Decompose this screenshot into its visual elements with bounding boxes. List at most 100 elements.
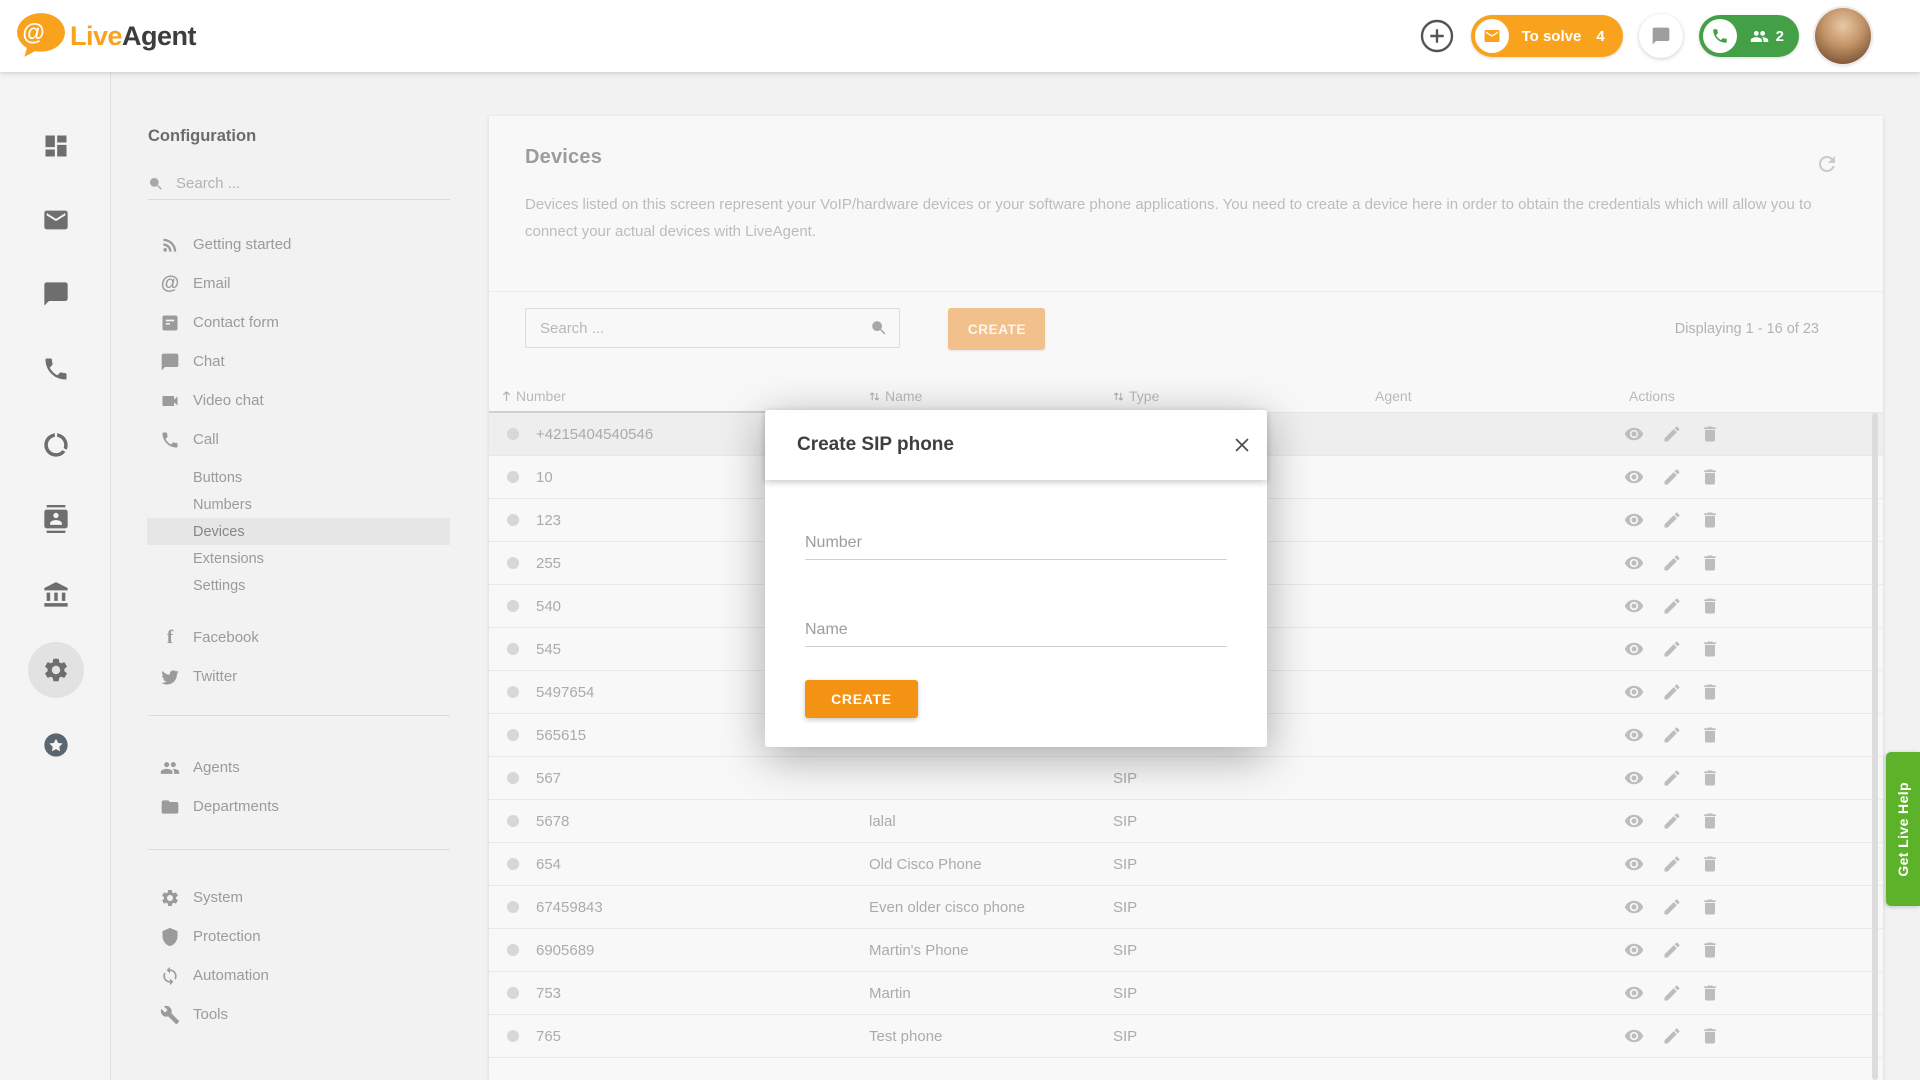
- rail-data-usage-icon[interactable]: [42, 431, 70, 459]
- eye-icon[interactable]: [1624, 682, 1644, 702]
- trash-icon[interactable]: [1700, 596, 1720, 616]
- calls-button[interactable]: 2: [1699, 15, 1799, 57]
- pencil-icon[interactable]: [1662, 467, 1682, 487]
- eye-icon[interactable]: [1624, 983, 1644, 1003]
- pencil-icon[interactable]: [1662, 424, 1682, 444]
- sidebar-item-label: Video chat: [193, 392, 264, 409]
- sidebar-item-twitter[interactable]: Twitter: [112, 657, 450, 696]
- vertical-scrollbar[interactable]: [1872, 413, 1878, 1080]
- rail-contacts-icon[interactable]: [42, 505, 70, 533]
- sidebar-item-buttons[interactable]: Buttons: [147, 464, 450, 491]
- pencil-icon[interactable]: [1662, 854, 1682, 874]
- rail-chat-icon[interactable]: [42, 280, 70, 308]
- sidebar-item-facebook[interactable]: fFacebook: [112, 618, 450, 657]
- pencil-icon[interactable]: [1662, 725, 1682, 745]
- sidebar-item-settings[interactable]: Settings: [147, 572, 450, 599]
- trash-icon[interactable]: [1700, 897, 1720, 917]
- rail-star-circle-icon[interactable]: [42, 731, 70, 759]
- search-icon[interactable]: [859, 308, 899, 348]
- trash-icon[interactable]: [1700, 1026, 1720, 1046]
- pencil-icon[interactable]: [1662, 510, 1682, 530]
- refresh-icon[interactable]: [1815, 152, 1839, 176]
- pencil-icon[interactable]: [1662, 1026, 1682, 1046]
- trash-icon[interactable]: [1700, 467, 1720, 487]
- trash-icon[interactable]: [1700, 768, 1720, 788]
- eye-icon[interactable]: [1624, 725, 1644, 745]
- eye-icon[interactable]: [1624, 467, 1644, 487]
- pencil-icon[interactable]: [1662, 983, 1682, 1003]
- sidebar-item-system[interactable]: System: [112, 878, 450, 917]
- devices-search-input[interactable]: [526, 320, 859, 337]
- pencil-icon[interactable]: [1662, 940, 1682, 960]
- sidebar-item-call[interactable]: Call: [112, 420, 450, 459]
- close-icon[interactable]: [1231, 434, 1253, 456]
- trash-icon[interactable]: [1700, 639, 1720, 659]
- trash-icon[interactable]: [1700, 940, 1720, 960]
- pencil-icon[interactable]: [1662, 897, 1682, 917]
- eye-icon[interactable]: [1624, 424, 1644, 444]
- trash-icon[interactable]: [1700, 553, 1720, 573]
- sidebar-item-getting-started[interactable]: Getting started: [112, 225, 450, 264]
- rail-dashboard-icon[interactable]: [42, 132, 70, 160]
- pencil-icon[interactable]: [1662, 682, 1682, 702]
- trash-icon[interactable]: [1700, 725, 1720, 745]
- sidebar-item-video-chat[interactable]: Video chat: [112, 381, 450, 420]
- sidebar-item-label: Automation: [193, 967, 269, 984]
- column-header-number[interactable]: Number: [489, 388, 869, 404]
- rail-mail-icon[interactable]: [42, 206, 70, 234]
- eye-icon[interactable]: [1624, 1026, 1644, 1046]
- sidebar-item-protection[interactable]: Protection: [112, 917, 450, 956]
- sidebar-item-email[interactable]: @Email: [112, 264, 450, 303]
- device-type: SIP: [1113, 770, 1375, 787]
- create-device-button[interactable]: CREATE: [948, 308, 1045, 350]
- pencil-icon[interactable]: [1662, 768, 1682, 788]
- sidebar-item-label: Buttons: [193, 470, 242, 486]
- modal-create-button[interactable]: CREATE: [805, 680, 918, 718]
- pencil-icon[interactable]: [1662, 639, 1682, 659]
- eye-icon[interactable]: [1624, 639, 1644, 659]
- sidebar-item-label: Agents: [193, 759, 240, 776]
- column-header-name[interactable]: Name: [869, 388, 1113, 404]
- sidebar-item-automation[interactable]: Automation: [112, 956, 450, 995]
- eye-icon[interactable]: [1624, 768, 1644, 788]
- sidebar-item-contact-form[interactable]: Contact form: [112, 303, 450, 342]
- pencil-icon[interactable]: [1662, 811, 1682, 831]
- trash-icon[interactable]: [1700, 854, 1720, 874]
- sidebar-item-devices[interactable]: Devices: [147, 518, 450, 545]
- pencil-icon[interactable]: [1662, 553, 1682, 573]
- user-avatar[interactable]: [1815, 8, 1871, 64]
- to-solve-button[interactable]: To solve 4: [1471, 15, 1623, 57]
- sidebar-item-departments[interactable]: Departments: [112, 787, 450, 826]
- liveagent-logo[interactable]: @ LiveAgent: [14, 12, 196, 60]
- sidebar-search-input[interactable]: [176, 175, 450, 192]
- pencil-icon[interactable]: [1662, 596, 1682, 616]
- eye-icon[interactable]: [1624, 553, 1644, 573]
- name-field[interactable]: [805, 613, 1227, 647]
- chat-notifications-button[interactable]: [1639, 14, 1683, 58]
- number-field[interactable]: [805, 526, 1227, 560]
- sidebar-item-extensions[interactable]: Extensions: [147, 545, 450, 572]
- trash-icon[interactable]: [1700, 682, 1720, 702]
- eye-icon[interactable]: [1624, 510, 1644, 530]
- sidebar-item-numbers[interactable]: Numbers: [147, 491, 450, 518]
- trash-icon[interactable]: [1700, 424, 1720, 444]
- get-live-help-tab[interactable]: Get Live Help: [1886, 752, 1920, 906]
- trash-icon[interactable]: [1700, 510, 1720, 530]
- actions-cell: [1624, 811, 1883, 831]
- envelope-icon: [1475, 19, 1509, 53]
- eye-icon[interactable]: [1624, 811, 1644, 831]
- sidebar-item-tools[interactable]: Tools: [112, 995, 450, 1034]
- eye-icon[interactable]: [1624, 596, 1644, 616]
- trash-icon[interactable]: [1700, 983, 1720, 1003]
- trash-icon[interactable]: [1700, 811, 1720, 831]
- sidebar-item-agents[interactable]: Agents: [112, 748, 450, 787]
- plus-circle-icon[interactable]: [1419, 18, 1455, 54]
- eye-icon[interactable]: [1624, 940, 1644, 960]
- rail-phone-icon[interactable]: [42, 355, 70, 383]
- eye-icon[interactable]: [1624, 897, 1644, 917]
- eye-icon[interactable]: [1624, 854, 1644, 874]
- rail-gear-icon[interactable]: [42, 656, 70, 684]
- column-header-type[interactable]: Type: [1113, 388, 1375, 404]
- sidebar-item-chat[interactable]: Chat: [112, 342, 450, 381]
- rail-bank-icon[interactable]: [42, 581, 70, 609]
